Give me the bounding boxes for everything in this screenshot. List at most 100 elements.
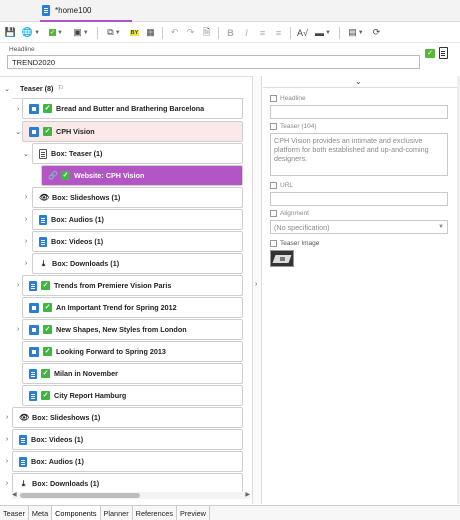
tree-item-new-shapes[interactable]: ✓ New Shapes, New Styles from London (22, 319, 243, 340)
document-icon (42, 4, 50, 16)
collapse-arrow-icon[interactable]: ⌄ (22, 150, 30, 158)
audio-doc-icon (19, 456, 27, 467)
refresh-icon[interactable]: ⟳ (370, 26, 383, 39)
video-icon[interactable]: ▣ ▼ (70, 26, 92, 39)
collapse-panel-arrow-icon[interactable]: › (255, 281, 257, 288)
tree-item-label: City Report Hamburg (54, 391, 127, 400)
properties-panel: ⌄ Headline Teaser (104) CPH Vision provi… (263, 76, 460, 504)
expand-arrow-icon[interactable]: › (22, 238, 30, 245)
bold-icon[interactable]: B (224, 26, 237, 39)
sitemap-icon[interactable]: ▦ (144, 26, 157, 39)
approve-check-icon[interactable]: ✓ (425, 49, 435, 58)
expand-arrow-icon[interactable]: › (3, 458, 11, 465)
headline-property-input[interactable] (270, 105, 448, 119)
download-icon: ⤓ (41, 258, 46, 268)
scroll-left-arrow-icon[interactable]: ◀ (12, 491, 17, 498)
tree-item-spring-2013[interactable]: ✓ Looking Forward to Spring 2013 (22, 341, 243, 362)
document-properties-icon[interactable] (439, 47, 448, 59)
tree-item-label: Bread and Butter and Brathering Barcelon… (56, 104, 205, 113)
check-icon: ✓ (41, 391, 50, 400)
teaser-group-header[interactable]: Teaser (8) ⚐ (12, 78, 244, 99)
tree-item-box-teaser[interactable]: Box: Teaser (1) (32, 143, 243, 164)
box-doc-icon (39, 148, 47, 159)
chevron-down-icon[interactable]: ⌄ (355, 77, 362, 86)
teaser-multi-icon (29, 103, 39, 114)
preview-icon[interactable]: 🗎 (200, 26, 213, 39)
alignment-select[interactable]: (No specification) ▼ (270, 220, 448, 234)
article-icon (29, 390, 37, 401)
collapse-arrow-icon[interactable]: ⌄ (14, 128, 22, 136)
components-tree: ⌄ Teaser (8) ⚐ › ✓ Bread and Butter and B… (0, 76, 252, 504)
tree-item-hamburg[interactable]: ✓ City Report Hamburg (22, 385, 243, 406)
check-icon: ✓ (43, 303, 52, 312)
tab-meta[interactable]: Meta (28, 506, 53, 520)
tab-references[interactable]: References (132, 506, 177, 520)
collapse-arrow-icon[interactable]: ⌄ (3, 85, 11, 93)
pin-icon: ⚐ (57, 85, 64, 92)
url-input[interactable] (270, 192, 448, 206)
headline-input[interactable] (7, 55, 420, 69)
teaser-image-checkbox[interactable] (270, 240, 277, 247)
bullet-list-icon[interactable]: ≡ (256, 26, 269, 39)
tree-item-label: Box: Videos (1) (31, 435, 84, 444)
expand-arrow-icon[interactable]: › (14, 282, 22, 289)
teaser-image-thumbnail[interactable] (270, 250, 294, 267)
toolbar-separator (97, 26, 98, 39)
expand-arrow-icon[interactable]: › (22, 260, 30, 267)
spellcheck-icon[interactable]: A√ (296, 26, 309, 39)
expand-arrow-icon[interactable]: › (14, 326, 22, 333)
tree-item-root-slideshows[interactable]: 👁 Box: Slideshows (1) (12, 407, 243, 428)
tree-item-box-videos[interactable]: Box: Videos (1) (32, 231, 243, 252)
tree-item-milan[interactable]: ✓ Milan in November (22, 363, 243, 384)
article-icon (29, 368, 37, 379)
tree-item-label: Milan in November (54, 369, 118, 378)
check-dropdown-icon[interactable]: ✓ ▼ (45, 26, 67, 39)
horizontal-scrollbar[interactable]: ◀ ▶ (12, 492, 250, 499)
copy-icon[interactable]: ⧉ ▼ (103, 26, 125, 39)
style-icon[interactable]: ▤ ▼ (345, 26, 367, 39)
tab-teaser[interactable]: Teaser (0, 506, 29, 520)
download-icon: ⤓ (21, 478, 26, 488)
expand-arrow-icon[interactable]: › (22, 194, 30, 201)
expand-arrow-icon[interactable]: › (22, 216, 30, 223)
expand-arrow-icon[interactable]: › (3, 414, 11, 421)
tree-item-box-slideshows[interactable]: 👁 Box: Slideshows (1) (32, 187, 243, 208)
expand-arrow-icon[interactable]: › (3, 436, 11, 443)
tree-item-box-audios[interactable]: Box: Audios (1) (32, 209, 243, 230)
tree-item-premiere-vision[interactable]: ✓ Trends from Premiere Vision Paris (22, 275, 243, 296)
headline-checkbox[interactable] (270, 95, 277, 102)
teaser-checkbox[interactable] (270, 123, 277, 130)
tree-item-root-audios[interactable]: Box: Audios (1) (12, 451, 243, 472)
tree-item-cph-vision[interactable]: ✓ CPH Vision (22, 121, 243, 142)
scroll-right-arrow-icon[interactable]: ▶ (245, 491, 250, 498)
numbered-list-icon[interactable]: ≡ (272, 26, 285, 39)
tree-item-website-cph-vision[interactable]: 🔗 ✓ Website: CPH Vision (41, 165, 243, 186)
teaser-multi-icon (29, 126, 39, 137)
align-icon[interactable]: ▬ ▼ (312, 26, 334, 39)
redo-icon[interactable]: ↷ (184, 26, 197, 39)
tree-item-box-downloads[interactable]: ⤓ Box: Downloads (1) (32, 253, 243, 274)
alignment-checkbox[interactable] (270, 210, 277, 217)
tab-preview[interactable]: Preview (177, 506, 210, 520)
document-tab[interactable]: *home100 (40, 0, 132, 22)
url-checkbox[interactable] (270, 182, 277, 189)
by-icon[interactable]: BY (128, 26, 141, 39)
scrollbar-thumb[interactable] (20, 493, 140, 498)
undo-icon[interactable]: ↶ (168, 26, 181, 39)
globe-icon[interactable]: 🌐 ▼ (20, 26, 42, 39)
tree-item-important-trend[interactable]: ✓ An Important Trend for Spring 2012 (22, 297, 243, 318)
expand-arrow-icon[interactable]: › (14, 106, 22, 113)
document-tab-bar: *home100 (0, 0, 460, 22)
expand-arrow-icon[interactable]: › (3, 480, 11, 487)
tree-item-root-downloads[interactable]: ⤓ Box: Downloads (1) (12, 473, 243, 494)
tree-item-root-videos[interactable]: Box: Videos (1) (12, 429, 243, 450)
tab-components[interactable]: Components (52, 506, 101, 520)
tree-item-label: Box: Downloads (1) (32, 479, 100, 488)
video-doc-icon (19, 434, 27, 445)
tree-item-bread-butter[interactable]: ✓ Bread and Butter and Brathering Barcel… (22, 98, 243, 119)
teaser-text-area[interactable]: CPH Vision provides an intimate and excl… (270, 133, 448, 176)
tab-planner[interactable]: Planner (100, 506, 133, 520)
italic-icon[interactable]: I (240, 26, 253, 39)
save-icon[interactable]: 💾 (4, 26, 17, 39)
panel-divider[interactable]: › (252, 76, 262, 504)
